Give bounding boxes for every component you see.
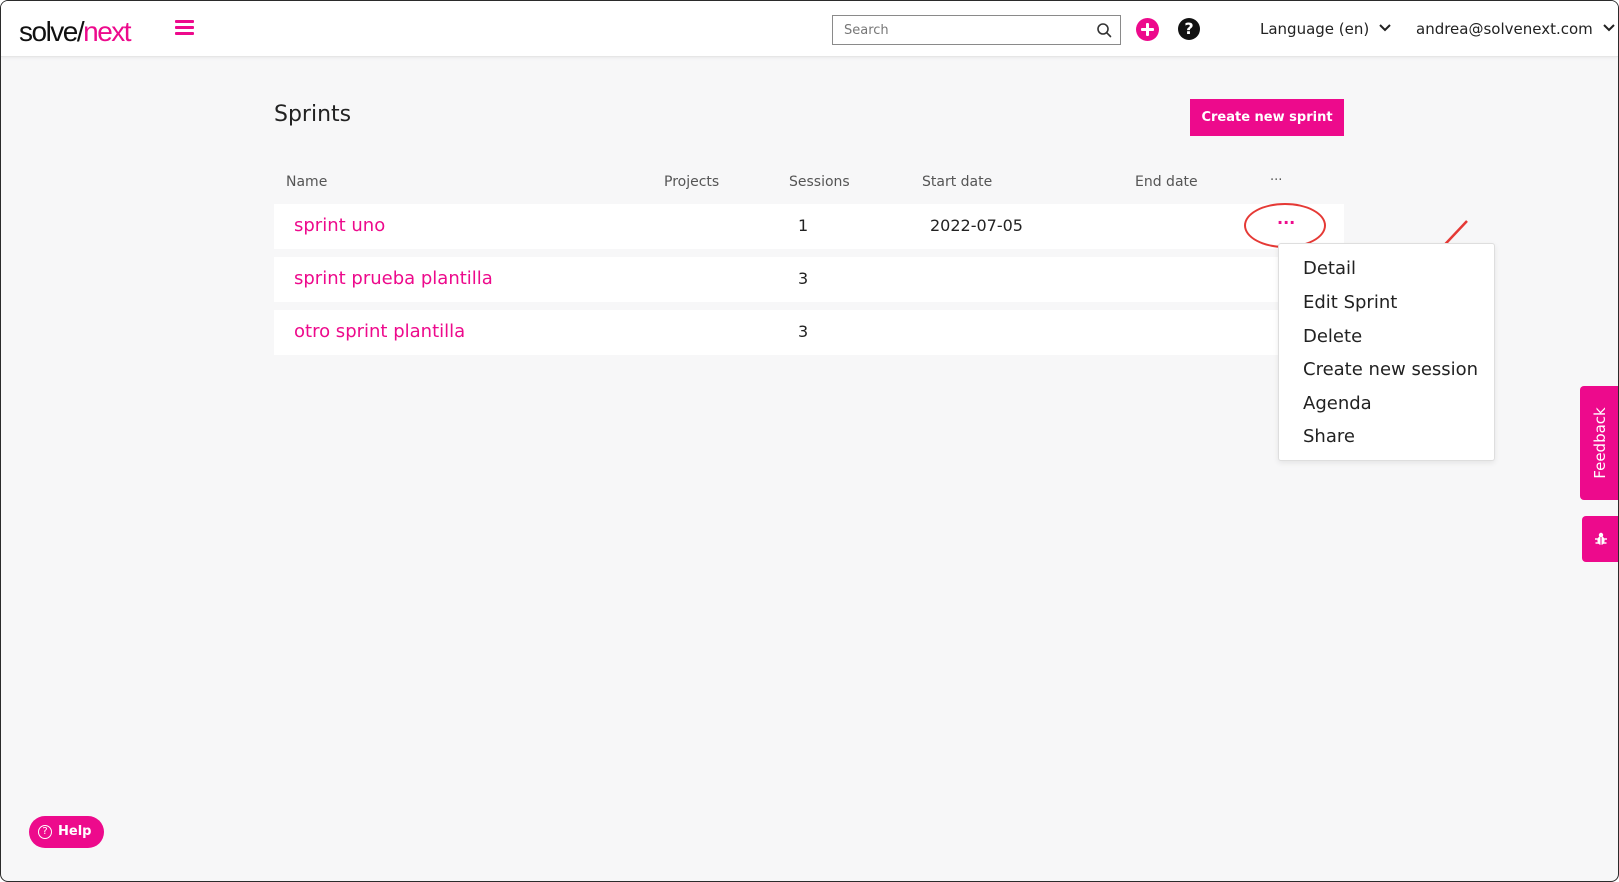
- start-date: 2022-07-05: [930, 216, 1023, 235]
- help-button[interactable]: ? Help: [29, 816, 104, 848]
- column-header-end-date[interactable]: End date: [1135, 173, 1198, 191]
- help-circle-icon: ?: [38, 825, 52, 839]
- top-bar: solve/next ? Language (en) andrea@solven…: [1, 1, 1618, 57]
- search-input[interactable]: [833, 16, 1088, 44]
- menu-item-create-session[interactable]: Create new session: [1303, 359, 1478, 381]
- menu-item-delete[interactable]: Delete: [1303, 326, 1362, 348]
- column-header-sessions[interactable]: Sessions: [789, 173, 850, 191]
- hamburger-icon[interactable]: [175, 20, 194, 36]
- language-selector[interactable]: Language (en): [1260, 19, 1392, 39]
- menu-item-edit-sprint[interactable]: Edit Sprint: [1303, 292, 1397, 314]
- menu-item-agenda[interactable]: Agenda: [1303, 393, 1372, 415]
- annotation-ellipse: [1244, 203, 1326, 248]
- table-row: otro sprint plantilla 3: [274, 310, 1344, 355]
- row-actions-menu: Detail Edit Sprint Delete Create new ses…: [1278, 243, 1495, 461]
- language-label: Language (en): [1260, 20, 1370, 38]
- menu-item-detail[interactable]: Detail: [1303, 258, 1356, 280]
- column-header-projects[interactable]: Projects: [664, 173, 719, 191]
- search-icon[interactable]: [1096, 22, 1112, 38]
- logo-part-next: next: [83, 16, 131, 47]
- help-label: Help: [58, 824, 92, 839]
- column-header-name[interactable]: Name: [286, 173, 327, 191]
- user-email: andrea@solvenext.com: [1416, 20, 1593, 38]
- table-row: sprint uno 1 2022-07-05 ···: [274, 204, 1344, 249]
- sprint-name-link[interactable]: otro sprint plantilla: [294, 321, 465, 343]
- sessions-count: 3: [798, 269, 809, 288]
- app-window: solve/next ? Language (en) andrea@solven…: [0, 0, 1619, 882]
- column-header-actions: ···: [1270, 173, 1283, 188]
- chevron-down-icon: [1379, 24, 1391, 32]
- sprint-name-link[interactable]: sprint uno: [294, 215, 385, 237]
- sessions-count: 1: [798, 216, 809, 235]
- feedback-tab[interactable]: Feedback: [1580, 386, 1618, 500]
- table-row: sprint prueba plantilla 3: [274, 257, 1344, 302]
- logo[interactable]: solve/next: [19, 15, 132, 49]
- bug-icon: [1595, 532, 1607, 545]
- search-box: [832, 15, 1121, 45]
- page-title: Sprints: [274, 102, 352, 127]
- bug-report-button[interactable]: [1582, 516, 1618, 562]
- column-header-start-date[interactable]: Start date: [922, 173, 992, 191]
- sessions-count: 3: [798, 322, 809, 341]
- menu-item-share[interactable]: Share: [1303, 426, 1355, 448]
- feedback-label: Feedback: [1591, 407, 1609, 479]
- plus-icon[interactable]: [1136, 18, 1159, 41]
- sprint-name-link[interactable]: sprint prueba plantilla: [294, 268, 493, 290]
- chevron-down-icon: [1602, 24, 1615, 32]
- question-icon[interactable]: ?: [1178, 18, 1200, 40]
- user-menu[interactable]: andrea@solvenext.com: [1416, 19, 1616, 39]
- logo-part-solve: solve: [19, 16, 78, 47]
- create-sprint-button[interactable]: Create new sprint: [1190, 99, 1344, 136]
